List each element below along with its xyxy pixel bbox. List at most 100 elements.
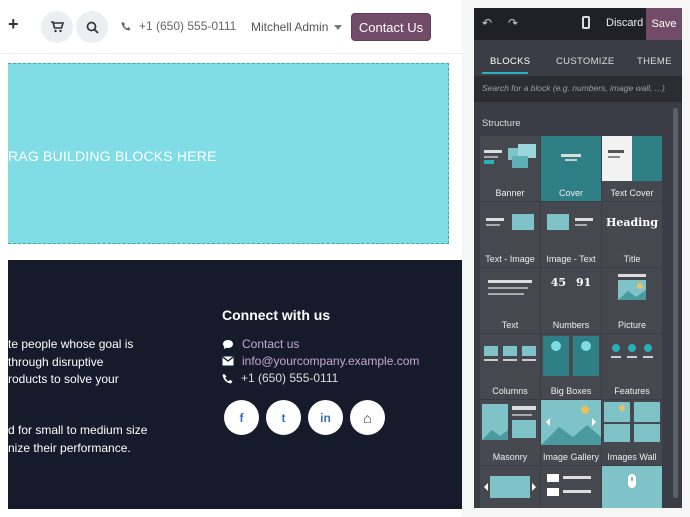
drop-zone-text: RAG BUILDING BLOCKS HERE bbox=[8, 148, 217, 164]
about-line: roducts to solve your bbox=[8, 372, 119, 386]
footer-phone-row[interactable]: +1 (650) 555-0111 bbox=[222, 371, 338, 385]
about-line: nize their performance. bbox=[8, 440, 131, 455]
twitter-button[interactable]: t bbox=[266, 400, 301, 435]
text-cover-thumb-icon bbox=[602, 136, 662, 181]
caret-down-icon bbox=[334, 24, 343, 30]
linkedin-button[interactable]: in bbox=[308, 400, 343, 435]
block-images-wall[interactable]: Images Wall bbox=[602, 400, 662, 465]
block-label: Columns bbox=[492, 386, 528, 396]
block-label: Text - Image bbox=[485, 254, 535, 264]
number-value: 91 bbox=[576, 276, 592, 289]
cart-icon bbox=[51, 21, 64, 33]
tab-theme[interactable]: THEME bbox=[637, 56, 672, 67]
section-title: Structure bbox=[482, 118, 521, 129]
masonry-thumb-icon bbox=[482, 404, 536, 440]
block-text-image[interactable]: Text - Image bbox=[480, 202, 540, 267]
about-line: through disruptive bbox=[8, 354, 104, 369]
about-line: d for small to medium size bbox=[8, 423, 148, 437]
cart-button[interactable] bbox=[41, 11, 73, 43]
block-numbers[interactable]: 45 91 Numbers bbox=[541, 268, 601, 333]
tab-customize[interactable]: CUSTOMIZE bbox=[556, 56, 614, 67]
block-picture[interactable]: Picture bbox=[602, 268, 662, 333]
block-label: Title bbox=[623, 254, 641, 264]
columns-thumb-icon bbox=[484, 346, 536, 361]
numbers-thumb: 45 91 bbox=[541, 276, 601, 289]
block-label: Masonry bbox=[492, 452, 528, 462]
block-big-boxes[interactable]: Big Boxes bbox=[541, 334, 601, 399]
header-phone[interactable]: +1 (650) 555-0111 bbox=[121, 19, 236, 33]
search-icon bbox=[86, 21, 99, 34]
redo-icon[interactable]: ↷ bbox=[508, 16, 518, 30]
email-link[interactable]: info@yourcompany.example.com bbox=[242, 354, 419, 368]
block-parallax[interactable] bbox=[602, 466, 662, 508]
mobile-preview-icon[interactable] bbox=[582, 16, 590, 29]
block-label: Picture bbox=[617, 320, 646, 330]
block-banner[interactable]: Banner bbox=[480, 136, 540, 201]
block-label: Features bbox=[614, 386, 650, 396]
list-thumb-icon bbox=[547, 474, 591, 496]
block-columns[interactable]: Columns bbox=[480, 334, 540, 399]
block-image-gallery[interactable]: Image Gallery bbox=[541, 400, 601, 465]
block-label: Numbers bbox=[552, 320, 590, 330]
images-wall-thumb-icon bbox=[604, 402, 660, 442]
website-editor: + +1 (650) 555-0111 Mitchell Admin Conta… bbox=[0, 0, 690, 517]
image-gallery-thumb-icon bbox=[541, 400, 601, 445]
contact-us-link[interactable]: Contact us bbox=[242, 337, 299, 351]
drop-zone[interactable]: RAG BUILDING BLOCKS HERE bbox=[8, 63, 449, 244]
facebook-button[interactable]: f bbox=[224, 400, 259, 435]
carousel-thumb-icon bbox=[484, 476, 536, 498]
linkedin-icon: in bbox=[320, 410, 331, 425]
save-button[interactable]: Save bbox=[646, 8, 682, 40]
block-label: Text Cover bbox=[610, 188, 654, 198]
block-label: Images Wall bbox=[607, 452, 657, 462]
phone-icon bbox=[121, 22, 131, 31]
block-text-cover[interactable]: Text Cover bbox=[602, 136, 662, 201]
panel-scrollbar[interactable] bbox=[673, 108, 678, 498]
user-menu[interactable]: Mitchell Admin bbox=[251, 20, 343, 34]
undo-icon[interactable]: ↶ bbox=[482, 16, 492, 30]
site-footer: te people whose goal is through disrupti… bbox=[8, 260, 462, 509]
site-header: + +1 (650) 555-0111 Mitchell Admin Conta… bbox=[0, 0, 462, 54]
discard-button[interactable]: Discard bbox=[606, 17, 643, 29]
email-row[interactable]: info@yourcompany.example.com bbox=[222, 354, 419, 368]
website-preview: + +1 (650) 555-0111 Mitchell Admin Conta… bbox=[0, 0, 462, 517]
twitter-icon: t bbox=[281, 410, 286, 425]
editor-toolbar: ↶ ↷ Discard Save bbox=[474, 8, 682, 40]
block-label: Banner bbox=[495, 188, 525, 198]
block-carousel[interactable] bbox=[480, 466, 540, 508]
comment-icon bbox=[223, 339, 233, 349]
connect-title: Connect with us bbox=[222, 307, 331, 323]
big-boxes-thumb-icon bbox=[543, 336, 599, 376]
tab-blocks[interactable]: BLOCKS bbox=[490, 56, 530, 67]
block-title[interactable]: Heading Title bbox=[602, 202, 662, 267]
number-value: 45 bbox=[550, 276, 566, 289]
block-image-text[interactable]: Image - Text bbox=[541, 202, 601, 267]
about-line: te people whose goal is bbox=[8, 337, 134, 351]
contact-us-button[interactable]: Contact Us bbox=[351, 13, 431, 41]
block-search-input[interactable]: Search for a block (e.g. numbers, image … bbox=[474, 76, 682, 102]
text-thumb-icon bbox=[488, 280, 532, 295]
header-phone-text: +1 (650) 555-0111 bbox=[139, 19, 237, 33]
block-cover[interactable]: Cover bbox=[541, 136, 601, 201]
image-text-thumb-icon bbox=[547, 214, 593, 230]
active-tab-indicator bbox=[482, 72, 528, 74]
cover-thumb-icon bbox=[561, 154, 581, 161]
search-button[interactable] bbox=[76, 11, 108, 43]
block-text[interactable]: Text bbox=[480, 268, 540, 333]
block-label: Image Gallery bbox=[542, 452, 600, 462]
block-label: Cover bbox=[558, 188, 583, 198]
user-name: Mitchell Admin bbox=[251, 20, 329, 34]
contact-link-row[interactable]: Contact us bbox=[222, 337, 299, 351]
text-image-thumb-icon bbox=[486, 214, 534, 230]
plus-icon[interactable]: + bbox=[8, 14, 19, 35]
home-button[interactable]: ⌂ bbox=[350, 400, 385, 435]
about-text-2: d for small to medium size nize their pe… bbox=[8, 422, 147, 457]
search-placeholder: Search for a block (e.g. numbers, image … bbox=[482, 83, 665, 93]
picture-thumb-icon bbox=[618, 274, 646, 300]
block-masonry[interactable]: Masonry bbox=[480, 400, 540, 465]
block-list[interactable] bbox=[541, 466, 601, 508]
facebook-icon: f bbox=[239, 410, 244, 425]
parallax-thumb-icon bbox=[602, 466, 662, 508]
block-features[interactable]: Features bbox=[602, 334, 662, 399]
home-icon: ⌂ bbox=[363, 409, 372, 426]
